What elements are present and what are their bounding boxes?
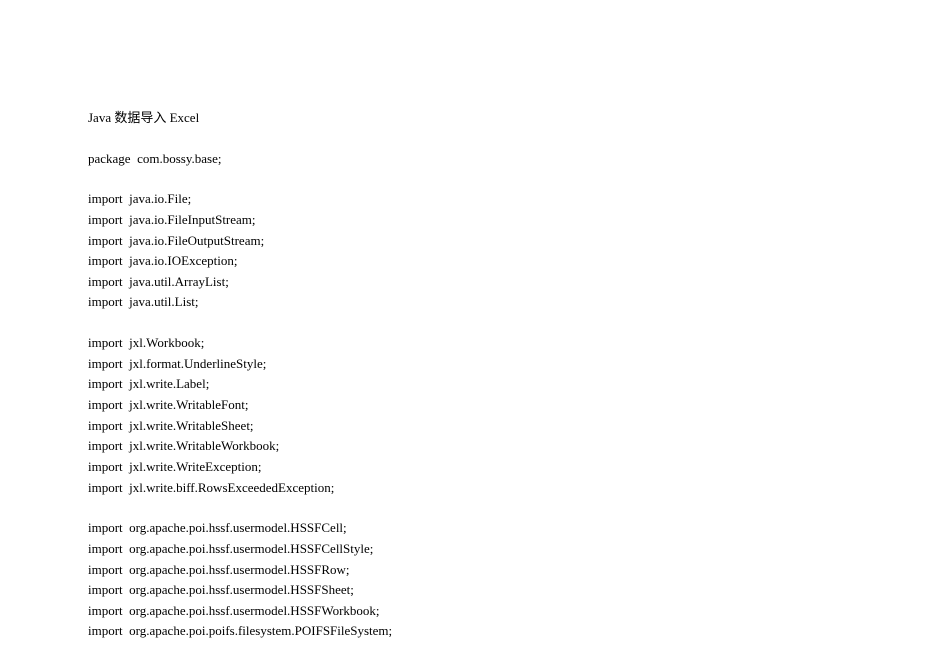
code-import-line: import jxl.write.Label; (88, 374, 945, 394)
code-import-line: import org.apache.poi.hssf.usermodel.HSS… (88, 560, 945, 580)
blank-line (88, 129, 945, 149)
code-import-line: import java.util.List; (88, 292, 945, 312)
code-package-line: package com.bossy.base; (88, 149, 945, 169)
document-page: Java 数据导入 Excel package com.bossy.base; … (0, 0, 945, 642)
blank-line (88, 313, 945, 333)
code-import-line: import jxl.Workbook; (88, 333, 945, 353)
code-import-line: import jxl.write.WritableFont; (88, 395, 945, 415)
code-import-line: import java.io.FileInputStream; (88, 210, 945, 230)
code-import-line: import org.apache.poi.hssf.usermodel.HSS… (88, 539, 945, 559)
code-import-line: import jxl.format.UnderlineStyle; (88, 354, 945, 374)
code-import-line: import java.io.FileOutputStream; (88, 231, 945, 251)
code-import-line: import jxl.write.WritableWorkbook; (88, 436, 945, 456)
code-import-line: import jxl.write.WriteException; (88, 457, 945, 477)
code-import-line: import java.util.ArrayList; (88, 272, 945, 292)
code-import-line: import org.apache.poi.poifs.filesystem.P… (88, 621, 945, 641)
code-import-line: import jxl.write.WritableSheet; (88, 416, 945, 436)
code-import-line: import java.io.File; (88, 189, 945, 209)
code-import-line: import org.apache.poi.hssf.usermodel.HSS… (88, 518, 945, 538)
document-title: Java 数据导入 Excel (88, 108, 945, 128)
code-import-line: import org.apache.poi.hssf.usermodel.HSS… (88, 580, 945, 600)
code-import-line: import java.io.IOException; (88, 251, 945, 271)
blank-line (88, 498, 945, 518)
code-import-line: import org.apache.poi.hssf.usermodel.HSS… (88, 601, 945, 621)
blank-line (88, 169, 945, 189)
code-import-line: import jxl.write.biff.RowsExceededExcept… (88, 478, 945, 498)
